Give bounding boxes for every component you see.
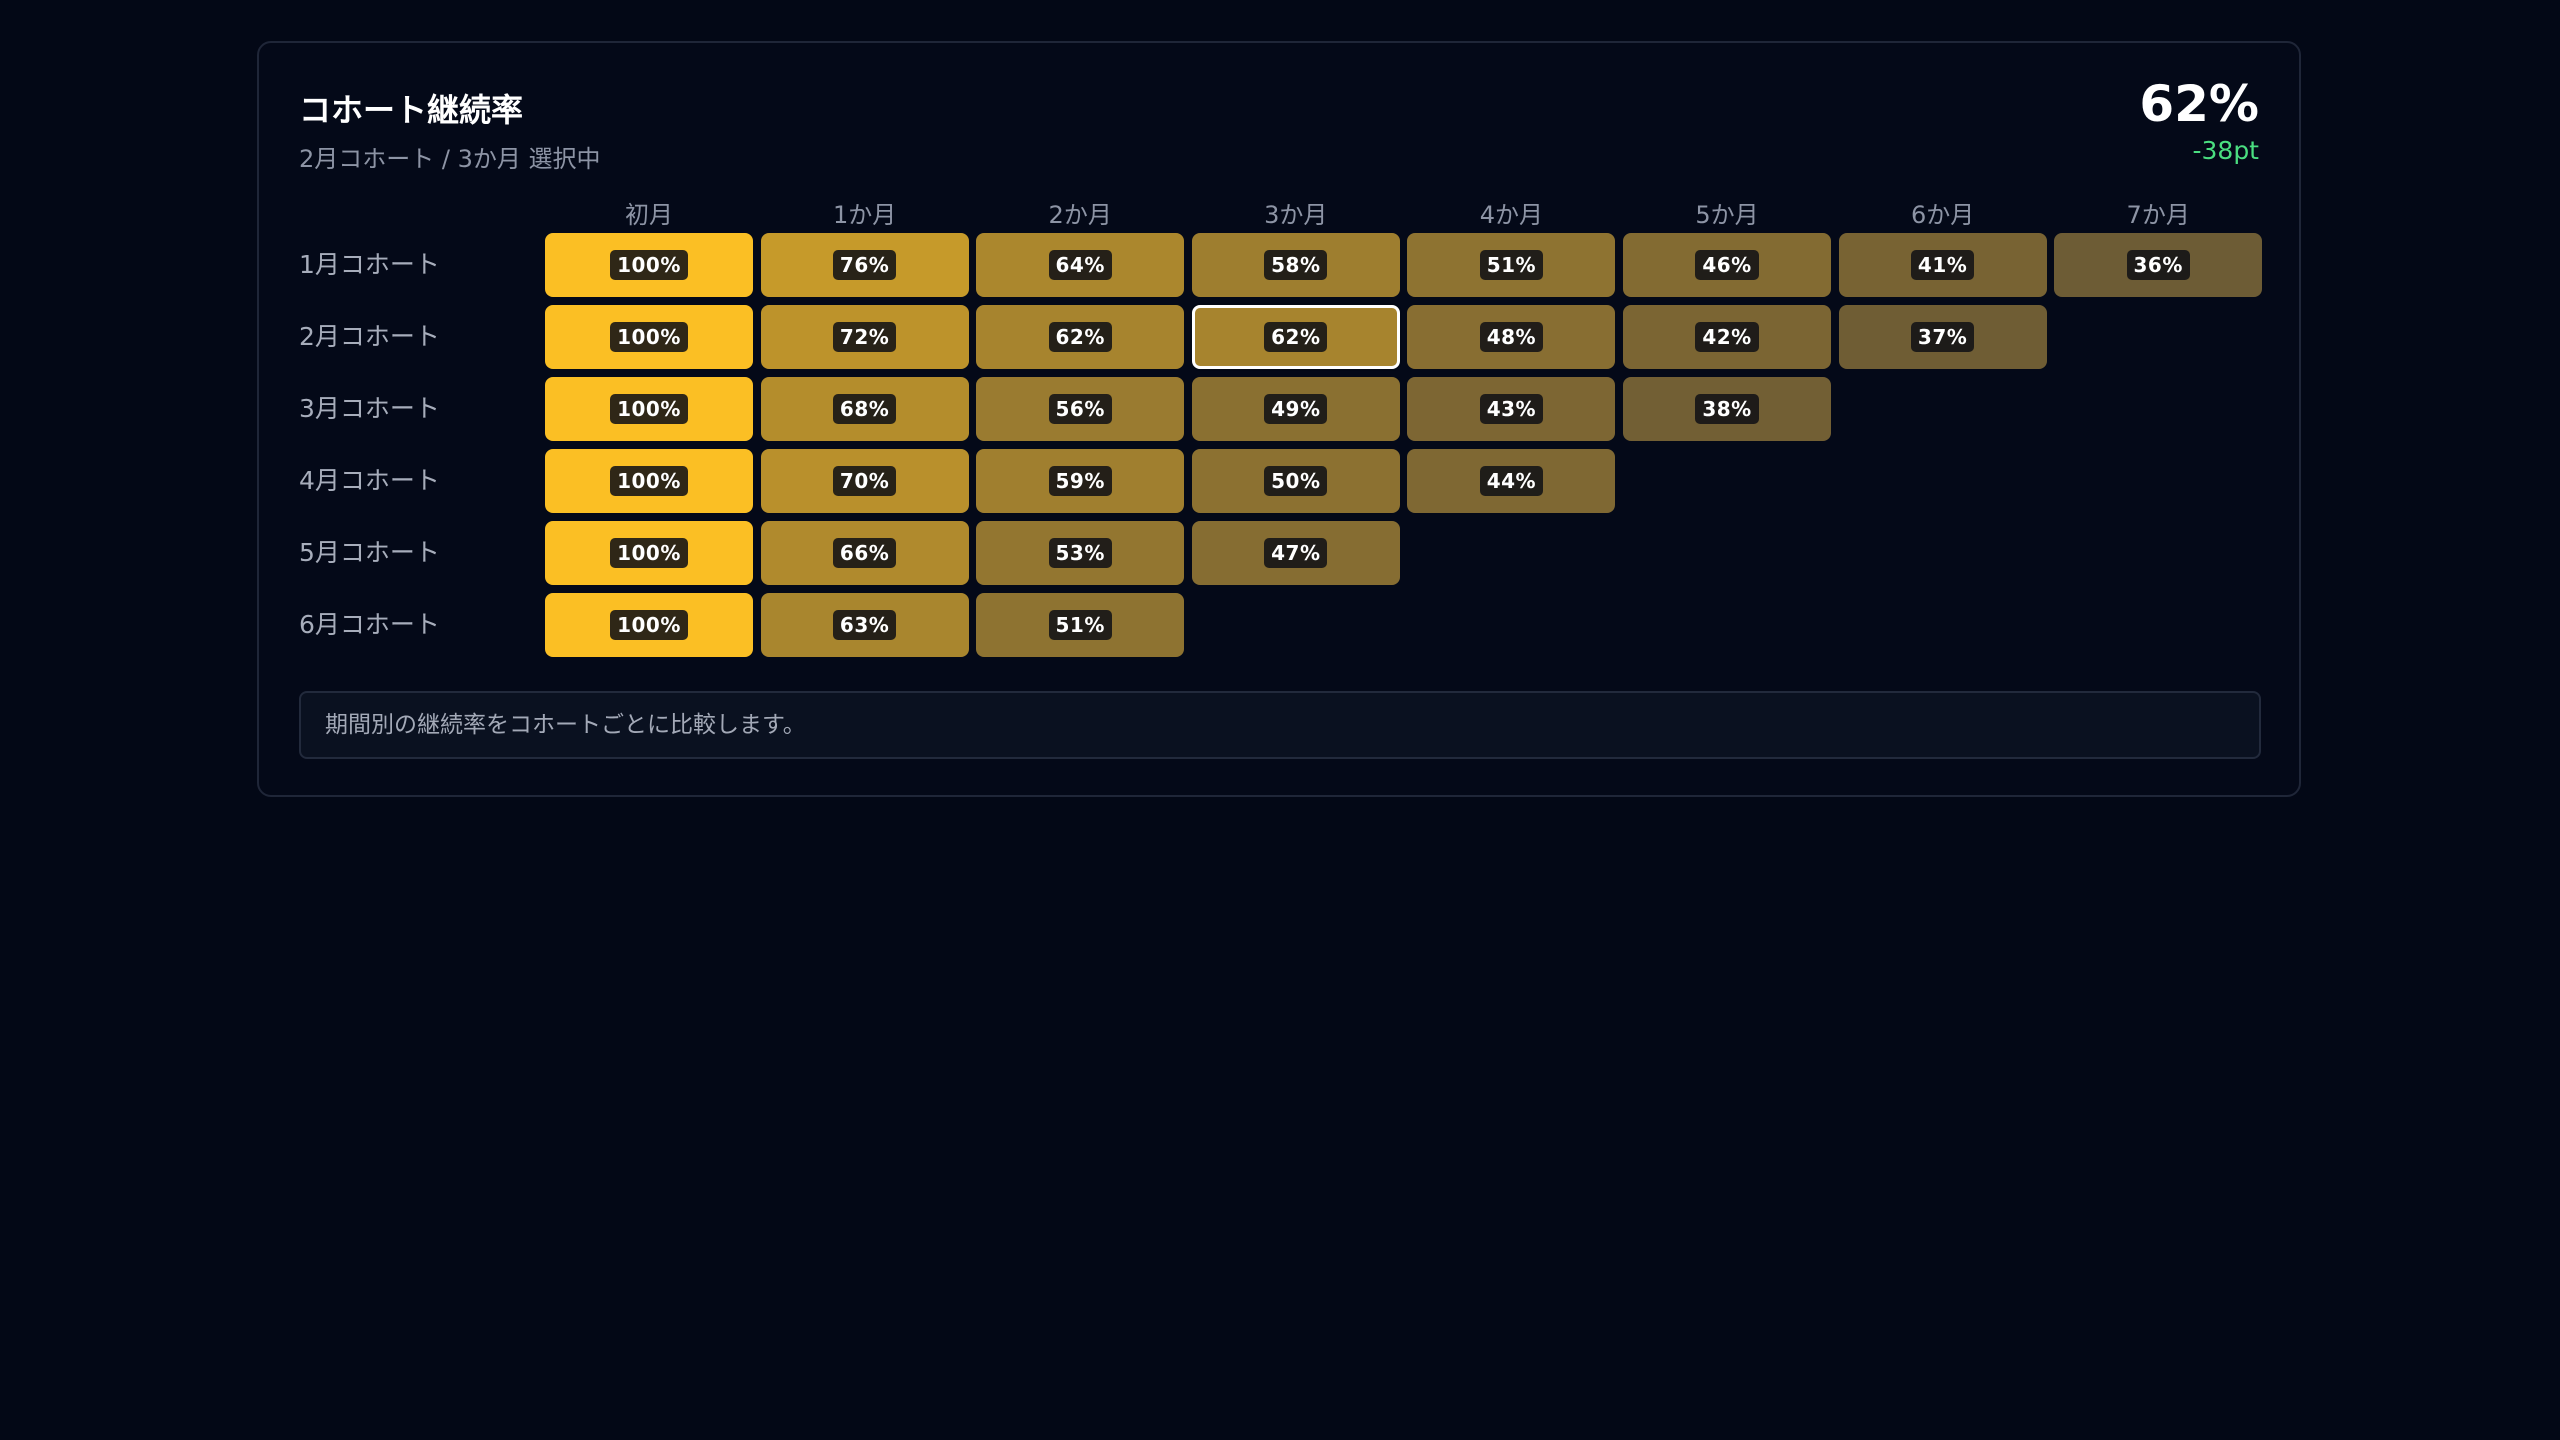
cohort-retention-panel: コホート継続率 2月コホート / 3か月 選択中 62% -38pt 初月 1か月… (257, 41, 2301, 797)
heatmap-cell[interactable]: 62% (1191, 305, 1400, 369)
row-label: 5月コホート (299, 538, 440, 567)
cell-value-label: 42% (1695, 322, 1759, 352)
heatmap-cell[interactable]: 100% (545, 305, 753, 369)
row-label: 6月コホート (299, 610, 440, 639)
column-header: 初月 (625, 201, 673, 229)
heatmap-cell[interactable]: 100% (545, 593, 753, 657)
heatmap-cell[interactable]: 37% (1838, 305, 2047, 369)
column-header: 2か月 (1048, 201, 1112, 229)
heatmap-cell[interactable]: 100% (545, 521, 753, 585)
heatmap-cell[interactable]: 41% (1838, 233, 2047, 297)
cell-value-label: 64% (1048, 250, 1112, 280)
cell-value-label: 100% (610, 250, 688, 280)
column-header: 7か月 (2126, 201, 2190, 229)
heatmap-cell[interactable]: 47% (1191, 521, 1400, 585)
heatmap-cell[interactable]: 43% (1407, 377, 1616, 441)
cell-value-label: 48% (1479, 322, 1544, 352)
description-note: 期間別の継続率をコホートごとに比較します。 (299, 691, 2261, 759)
cell-value-label: 70% (832, 466, 897, 496)
cell-value-label: 43% (1479, 394, 1544, 424)
heatmap-cell[interactable]: 49% (1191, 377, 1400, 441)
cell-value-label: 56% (1048, 394, 1112, 424)
heatmap-cell[interactable]: 70% (760, 449, 969, 513)
cell-value-label: 47% (1264, 538, 1328, 568)
cell-value-label: 100% (610, 610, 688, 640)
cell-value-label: 72% (832, 322, 897, 352)
column-header: 5か月 (1695, 201, 1759, 229)
heatmap-cell[interactable]: 44% (1407, 449, 1616, 513)
cell-value-label: 36% (2126, 250, 2190, 280)
cell-value-label: 46% (1695, 250, 1759, 280)
cell-value-label: 58% (1264, 250, 1328, 280)
cell-value-label: 62% (1264, 322, 1328, 352)
row-label: 1月コホート (299, 250, 440, 279)
selected-metric: 62% -38pt (2139, 75, 2259, 166)
heatmap-cell[interactable]: 63% (760, 593, 969, 657)
heatmap-cell[interactable]: 51% (1407, 233, 1616, 297)
heatmap-cell[interactable]: 100% (545, 233, 753, 297)
cell-value-label: 41% (1910, 250, 1975, 280)
cell-value-label: 68% (832, 394, 897, 424)
heatmap-cell[interactable]: 50% (1191, 449, 1400, 513)
heatmap-cell[interactable]: 42% (1623, 305, 1831, 369)
heatmap-cell[interactable]: 72% (760, 305, 969, 369)
cell-value-label: 100% (610, 394, 688, 424)
page-title: コホート継続率 (299, 91, 524, 129)
cell-value-label: 37% (1910, 322, 1975, 352)
column-header: 1か月 (832, 201, 897, 229)
row-label: 3月コホート (299, 394, 440, 423)
cell-value-label: 50% (1264, 466, 1328, 496)
cell-value-label: 51% (1048, 610, 1112, 640)
heatmap-cell[interactable]: 53% (976, 521, 1185, 585)
cell-value-label: 100% (610, 538, 688, 568)
heatmap-cell[interactable]: 100% (545, 377, 753, 441)
column-header: 4か月 (1479, 201, 1544, 229)
heatmap-cell[interactable]: 68% (760, 377, 969, 441)
metric-delta: -38pt (2192, 136, 2259, 165)
heatmap-cell[interactable]: 59% (976, 449, 1185, 513)
cell-value-label: 53% (1048, 538, 1112, 568)
heatmap-cell[interactable]: 36% (2054, 233, 2263, 297)
heatmap-cell[interactable]: 56% (976, 377, 1185, 441)
cell-value-label: 66% (832, 538, 897, 568)
cell-value-label: 38% (1695, 394, 1759, 424)
cell-value-label: 62% (1048, 322, 1112, 352)
cell-value-label: 76% (832, 250, 897, 280)
heatmap-cell[interactable]: 58% (1191, 233, 1400, 297)
heatmap-cell[interactable]: 76% (760, 233, 969, 297)
cell-value-label: 100% (610, 466, 688, 496)
heatmap-cell[interactable]: 66% (760, 521, 969, 585)
heatmap-cell[interactable]: 46% (1623, 233, 1831, 297)
cell-value-label: 44% (1479, 466, 1544, 496)
metric-value: 62% (2139, 75, 2259, 133)
heatmap-cell[interactable]: 64% (976, 233, 1185, 297)
cell-value-label: 100% (610, 322, 688, 352)
row-label: 4月コホート (299, 466, 440, 495)
heatmap-cell[interactable]: 51% (976, 593, 1185, 657)
heatmap-cell[interactable]: 100% (545, 449, 753, 513)
heatmap-cell[interactable]: 38% (1623, 377, 1831, 441)
selection-subtitle: 2月コホート / 3か月 選択中 (299, 145, 601, 173)
cell-value-label: 51% (1479, 250, 1544, 280)
column-header: 3か月 (1264, 201, 1328, 229)
heatmap-cell[interactable]: 62% (976, 305, 1185, 369)
column-header: 6か月 (1910, 201, 1975, 229)
heatmap-cell[interactable]: 48% (1407, 305, 1616, 369)
cell-value-label: 49% (1264, 394, 1328, 424)
cell-value-label: 63% (832, 610, 897, 640)
row-label: 2月コホート (299, 322, 440, 351)
cell-value-label: 59% (1048, 466, 1112, 496)
